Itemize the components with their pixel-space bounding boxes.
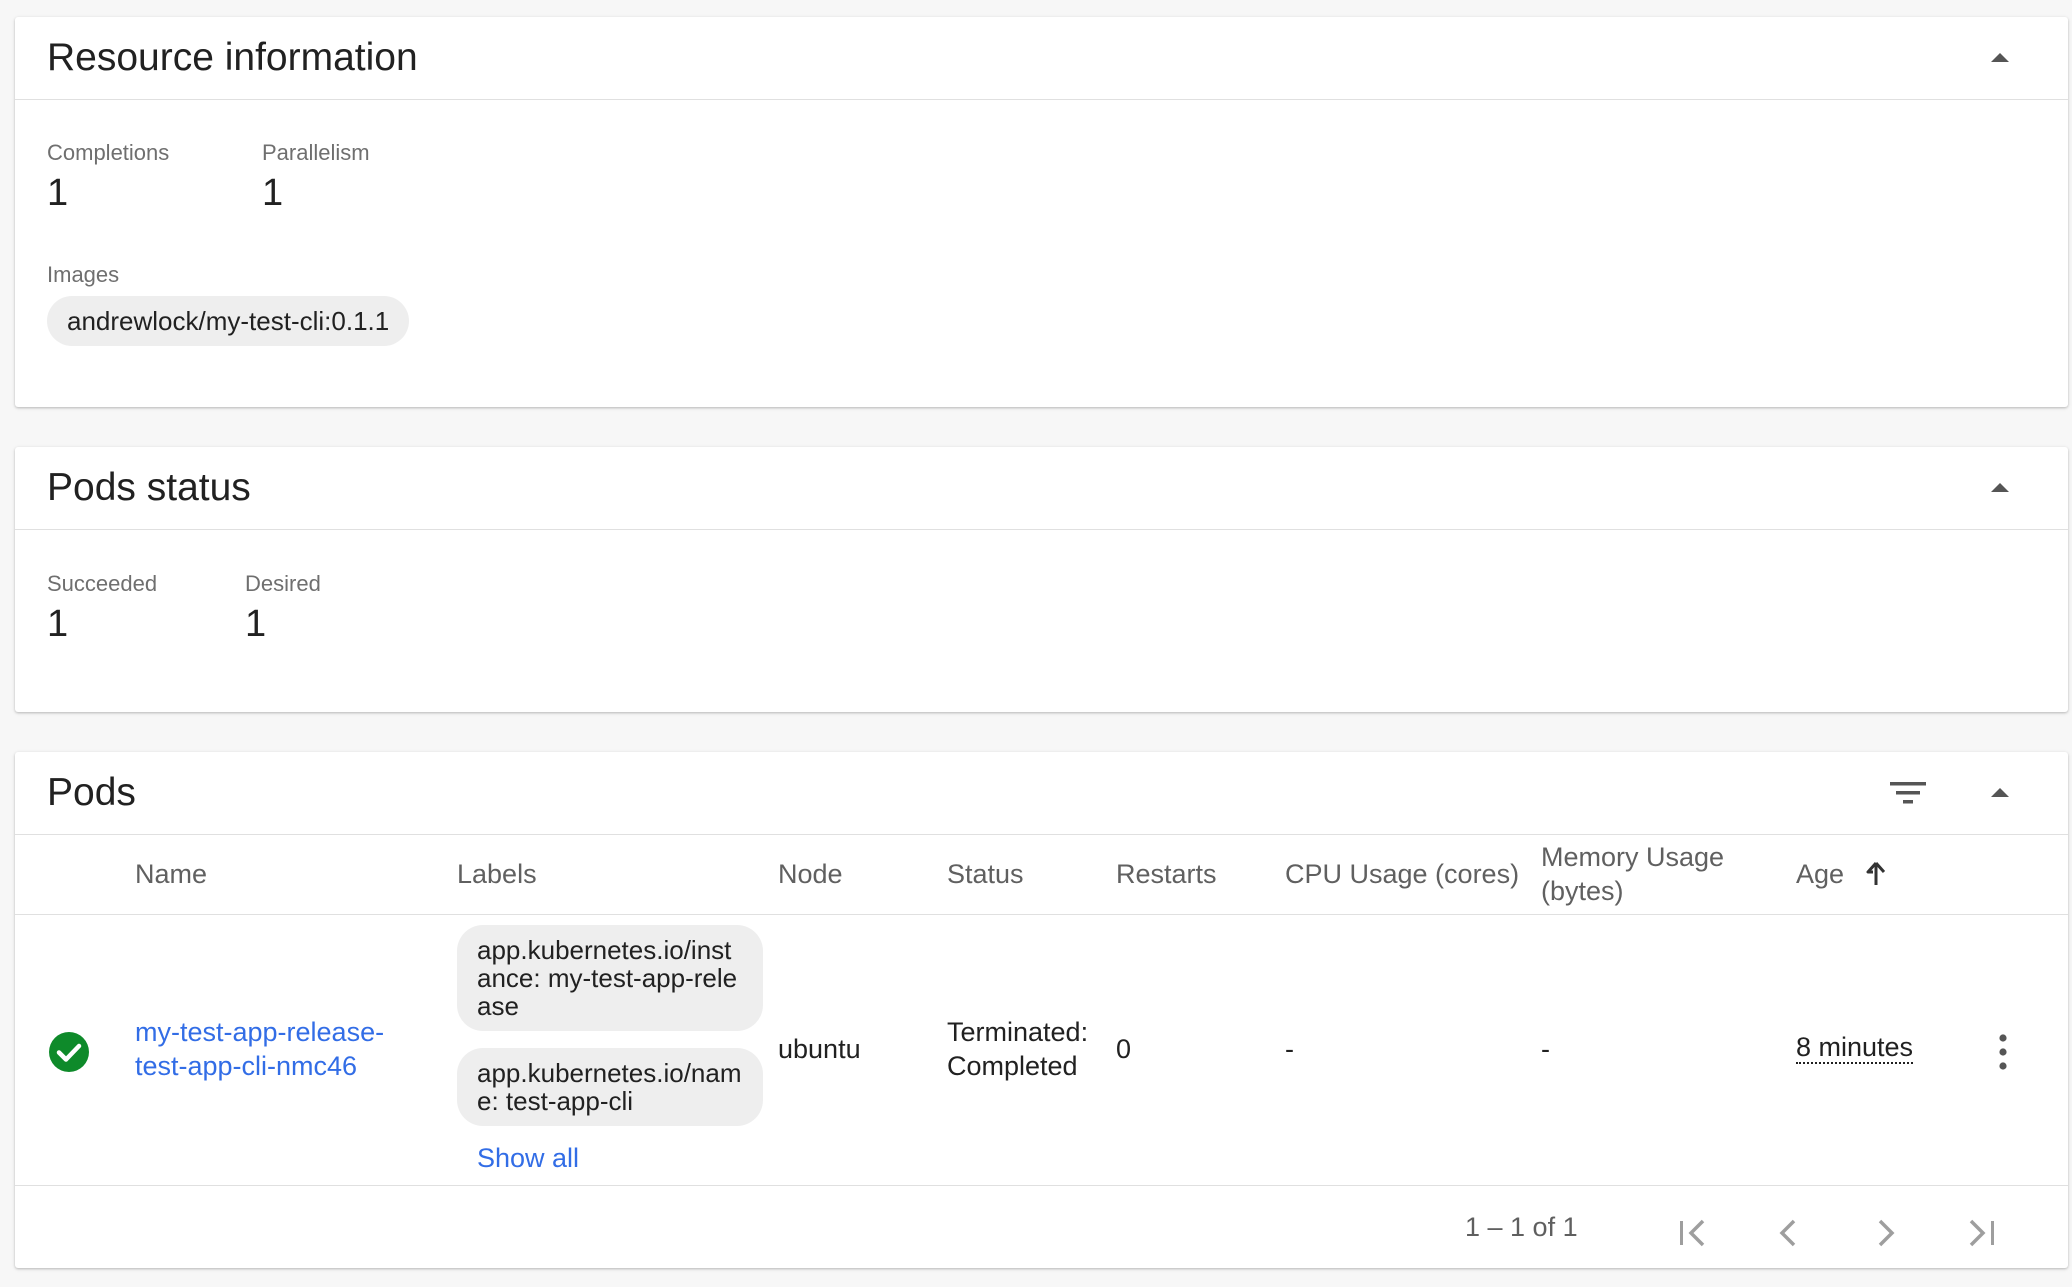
images-label: Images: [47, 262, 120, 287]
memory-cell: -: [1541, 1034, 1550, 1064]
pod-name-link[interactable]: my-test-app-release-test-app-cli-nmc46: [135, 1017, 384, 1081]
column-header-labels: Labels: [457, 859, 537, 889]
restarts-cell: 0: [1116, 1034, 1132, 1064]
caret-up-icon: [1991, 483, 2009, 492]
column-header-age[interactable]: Age: [1796, 834, 1888, 914]
column-header-memory[interactable]: Memory Usage (bytes): [1541, 834, 1761, 914]
card-header: Resource information: [15, 17, 2068, 100]
caret-up-icon: [1991, 788, 2009, 797]
collapse-button[interactable]: [1988, 476, 2012, 500]
completions-label: Completions: [47, 140, 170, 165]
image-chip: andrewlock/my-test-cli:0.1.1: [47, 296, 410, 346]
table-row: my-test-app-release-test-app-cli-nmc46 a…: [15, 915, 2068, 1186]
column-header-age-label: Age: [1796, 859, 1845, 889]
label-chip: app.kubernetes.io/instance: my-test-app-…: [457, 925, 763, 1031]
more-vertical-icon: [1999, 1034, 2007, 1070]
card-title: Pods status: [47, 466, 251, 509]
chevron-right-icon: [1878, 1219, 1895, 1247]
succeeded-value: 1: [47, 603, 69, 645]
images-field: Images andrewlock/my-test-cli:0.1.1: [47, 262, 410, 346]
status-cell: Terminated: Completed: [947, 1017, 1089, 1081]
column-header-cpu[interactable]: CPU Usage (cores): [1285, 834, 1519, 914]
sort-ascending-icon: [1866, 862, 1886, 885]
succeeded-label: Succeeded: [47, 571, 158, 596]
succeeded-field: Succeeded 1: [47, 571, 157, 646]
paginator: 1 – 1 of 1: [15, 1186, 2068, 1268]
desired-field: Desired 1: [245, 571, 321, 646]
card-header: Pods status: [15, 447, 2068, 530]
card-header: Pods: [15, 752, 2068, 835]
table-header-row: Name Labels Node Status Restarts CPU Usa…: [15, 834, 2068, 915]
age-cell: 8 minutes: [1796, 1032, 1914, 1064]
pagination-range: 1 – 1 of 1: [1465, 1212, 1578, 1242]
resource-information-card: Resource information Completions 1 Paral…: [15, 17, 2068, 407]
completions-field: Completions 1: [47, 140, 169, 215]
card-title: Pods: [47, 771, 136, 814]
caret-up-icon: [1991, 53, 2009, 62]
filter-icon: [1890, 782, 1926, 804]
collapse-button[interactable]: [1988, 46, 2012, 70]
show-all-labels-link[interactable]: Show all: [477, 1143, 579, 1173]
desired-value: 1: [245, 603, 267, 645]
last-page-icon: [1969, 1219, 1994, 1247]
pods-status-card: Pods status Succeeded 1 Desired 1: [15, 447, 2068, 712]
parallelism-field: Parallelism 1: [262, 140, 370, 215]
first-page-button[interactable]: [1673, 1213, 1713, 1253]
cpu-cell: -: [1285, 1034, 1294, 1064]
first-page-icon: [1680, 1219, 1705, 1247]
label-chip: app.kubernetes.io/name: test-app-cli: [457, 1048, 763, 1126]
completions-value: 1: [47, 172, 69, 214]
column-header-name[interactable]: Name: [135, 834, 207, 914]
column-header-restarts[interactable]: Restarts: [1116, 834, 1217, 914]
parallelism-value: 1: [262, 172, 284, 214]
pods-card: Pods Name Labels Node Status Restarts CP…: [15, 752, 2068, 1268]
column-header-status[interactable]: Status: [947, 834, 1024, 914]
parallelism-label: Parallelism: [262, 140, 370, 165]
chevron-left-icon: [1779, 1219, 1796, 1247]
collapse-button[interactable]: [1988, 781, 2012, 805]
last-page-button[interactable]: [1961, 1213, 2001, 1253]
check-circle-icon: [49, 1032, 89, 1072]
card-title: Resource information: [47, 36, 418, 79]
next-page-button[interactable]: [1865, 1213, 1905, 1253]
column-header-node[interactable]: Node: [778, 834, 843, 914]
node-cell: ubuntu: [778, 1034, 861, 1064]
filter-button[interactable]: [1888, 776, 1928, 810]
row-actions-button[interactable]: [1986, 1032, 2020, 1072]
desired-label: Desired: [245, 571, 321, 596]
previous-page-button[interactable]: [1769, 1213, 1809, 1253]
